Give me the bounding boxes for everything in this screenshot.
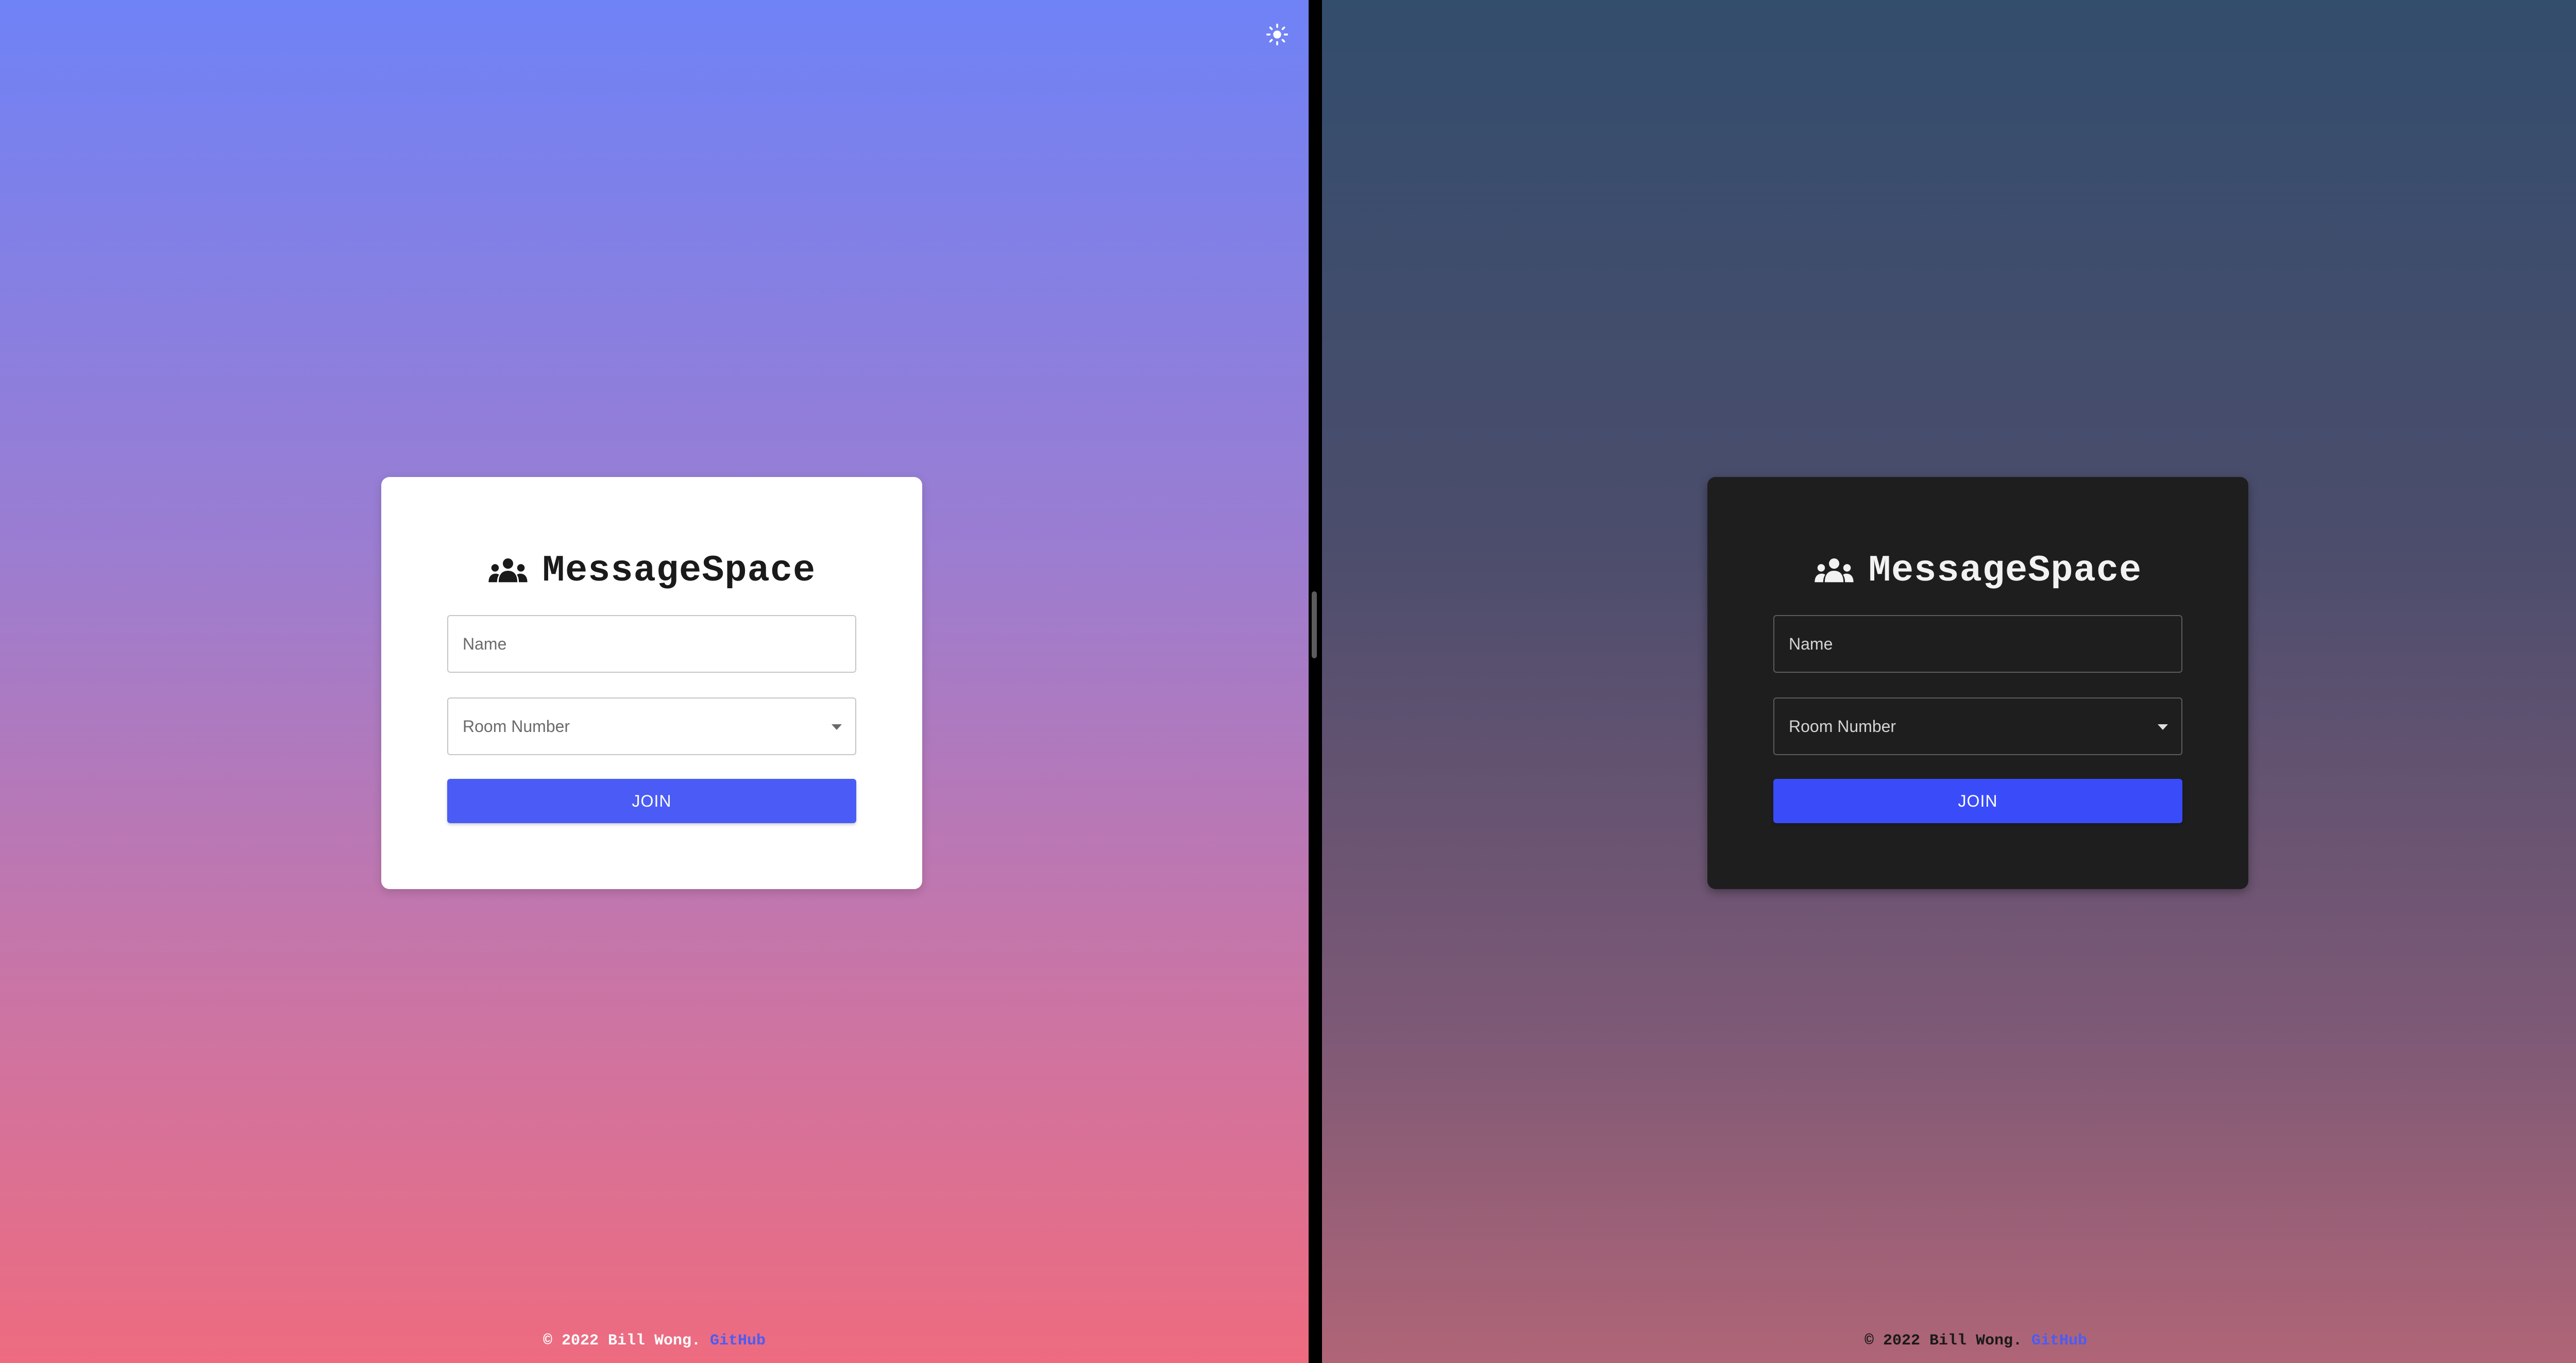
- name-input[interactable]: Name: [1773, 615, 2182, 673]
- card-header: MessageSpace: [1707, 545, 2248, 597]
- copyright-text: © 2022 Bill Wong.: [1864, 1332, 2022, 1350]
- split-divider[interactable]: [1309, 0, 1322, 1363]
- split-view: MessageSpace Name Room Number JOIN © 202…: [0, 0, 2576, 1363]
- name-placeholder: Name: [1789, 634, 1833, 653]
- room-number-select[interactable]: Room Number: [447, 697, 856, 755]
- divider-drag-handle[interactable]: [1312, 591, 1317, 658]
- join-button-label: JOIN: [632, 791, 672, 810]
- app-title: MessageSpace: [1868, 550, 2142, 592]
- groups-icon: [488, 558, 528, 583]
- join-button[interactable]: JOIN: [447, 779, 856, 823]
- join-button[interactable]: JOIN: [1773, 779, 2182, 823]
- copyright-text: © 2022 Bill Wong.: [543, 1332, 701, 1350]
- chevron-down-icon: [832, 724, 842, 730]
- sun-icon-graphic: [1266, 23, 1289, 46]
- name-placeholder: Name: [463, 634, 507, 653]
- dark-theme-panel: MessageSpace Name Room Number JOIN © 202…: [1322, 0, 2576, 1363]
- app-title: MessageSpace: [542, 550, 816, 592]
- card-header: MessageSpace: [381, 545, 922, 597]
- room-number-placeholder: Room Number: [463, 717, 570, 736]
- footer: © 2022 Bill Wong. GitHub: [0, 1332, 1309, 1350]
- join-button-label: JOIN: [1958, 791, 1998, 810]
- github-link[interactable]: GitHub: [2031, 1332, 2087, 1350]
- github-link[interactable]: GitHub: [710, 1332, 766, 1350]
- join-card: MessageSpace Name Room Number JOIN: [1707, 477, 2248, 889]
- join-card: MessageSpace Name Room Number JOIN: [381, 477, 922, 889]
- chevron-down-icon: [2158, 724, 2168, 730]
- footer: © 2022 Bill Wong. GitHub: [1322, 1332, 2576, 1350]
- light-theme-panel: MessageSpace Name Room Number JOIN © 202…: [0, 0, 1309, 1363]
- sun-icon[interactable]: [1261, 19, 1293, 50]
- room-number-placeholder: Room Number: [1789, 717, 1896, 736]
- groups-icon: [1815, 558, 1854, 583]
- room-number-select[interactable]: Room Number: [1773, 697, 2182, 755]
- name-input[interactable]: Name: [447, 615, 856, 673]
